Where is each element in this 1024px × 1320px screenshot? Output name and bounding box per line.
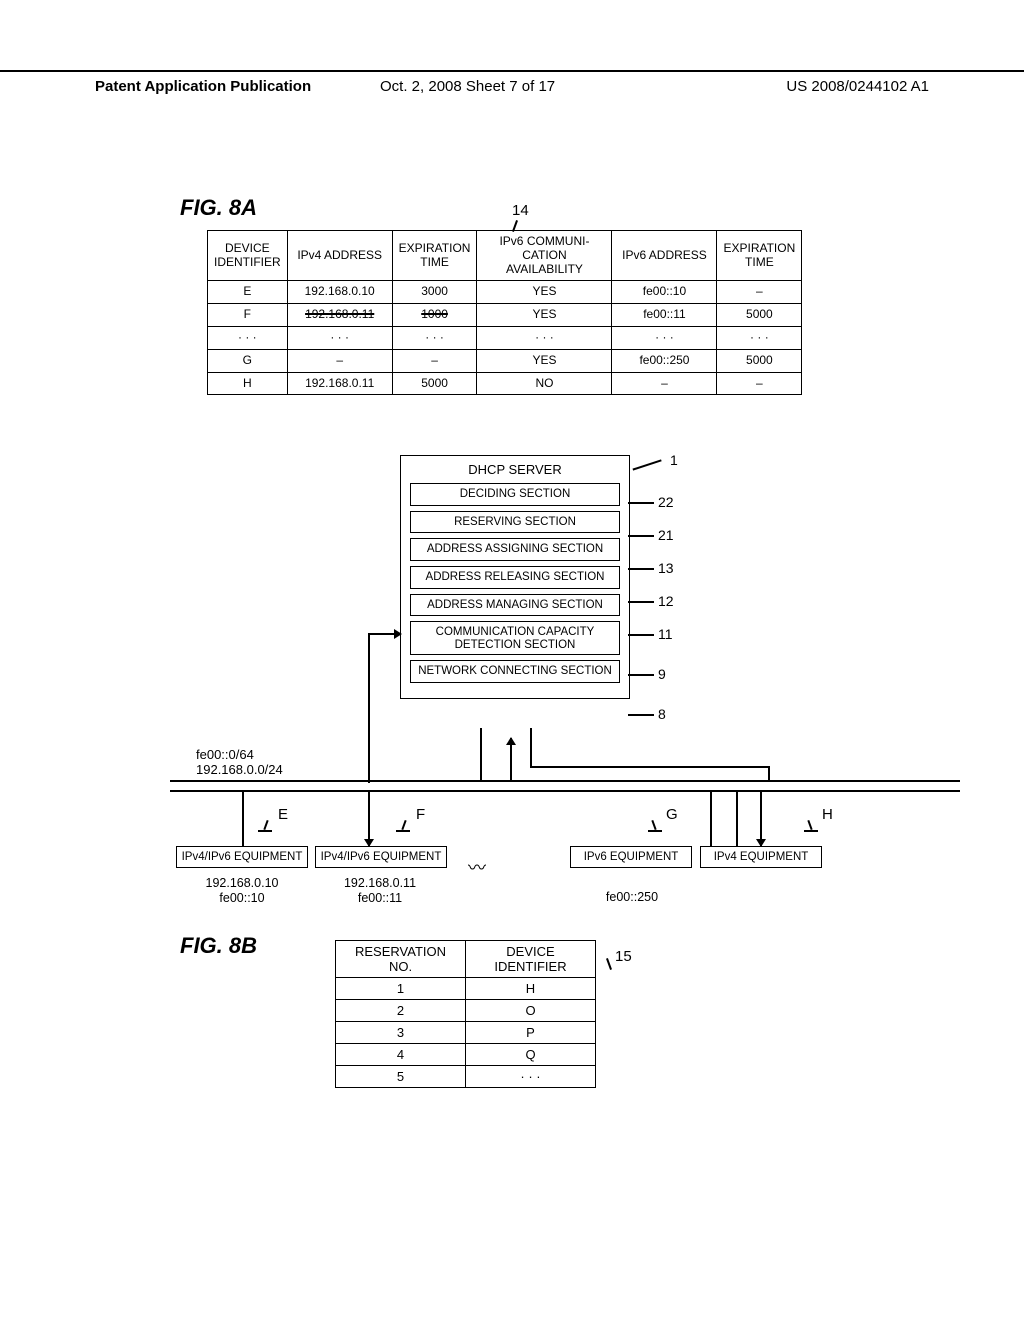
drop-f	[368, 790, 370, 846]
table-row: 3P	[336, 1022, 596, 1044]
leader-f-icon	[396, 820, 412, 834]
col-device-id: DEVICE IDENTIFIER	[208, 231, 288, 281]
network-bus	[170, 790, 960, 792]
server-to-net-3a	[530, 728, 532, 768]
drop-e	[242, 790, 244, 846]
col-device-id2: DEVICE IDENTIFIER	[466, 941, 596, 978]
equipment-e-box: IPv4/IPv6 EQUIPMENT	[176, 846, 308, 868]
ref-13: 13	[658, 560, 674, 576]
server-ref-1: 1	[670, 452, 678, 468]
arrow-to-managing-v	[368, 633, 370, 783]
figure-8b-label: FIG. 8B	[180, 933, 257, 959]
header-sheet: Oct. 2, 2008 Sheet 7 of 17	[380, 78, 555, 95]
ref-8: 8	[658, 706, 666, 722]
table-row: H 192.168.0.11 5000 NO – –	[208, 372, 802, 395]
table-row: E 192.168.0.10 3000 YES fe00::10 –	[208, 281, 802, 304]
col-ipv6: IPv6 ADDRESS	[612, 231, 717, 281]
table15-leader-icon	[602, 958, 616, 972]
network-prefixes: fe00::0/64 192.168.0.0/24	[196, 748, 283, 778]
col-reservation-no: RESERVATION NO.	[336, 941, 466, 978]
drop-h-1	[736, 790, 738, 846]
dhcp-server-block: DHCP SERVER DECIDING SECTION RESERVING S…	[400, 455, 630, 699]
network-connecting-section: NETWORK CONNECTING SECTION	[410, 660, 620, 683]
deciding-section: DECIDING SECTION	[410, 483, 620, 506]
equipment-g-letter: G	[666, 806, 678, 823]
address-releasing-section: ADDRESS RELEASING SECTION	[410, 566, 620, 589]
leader-e-icon	[258, 820, 274, 834]
network-bus-top	[170, 780, 960, 782]
col-ipv4: IPv4 ADDRESS	[287, 231, 392, 281]
figure-8a-label: FIG. 8A	[180, 195, 257, 221]
arrow-right-icon	[394, 629, 402, 639]
table14-refnum: 14	[512, 202, 529, 219]
equipment-f-box: IPv4/IPv6 EQUIPMENT	[315, 846, 447, 868]
col-ipv6-avail: IPv6 COMMUNI-CATION AVAILABILITY	[477, 231, 612, 281]
col-exp1: EXPIRATION TIME	[392, 231, 477, 281]
equipment-e-letter: E	[278, 806, 288, 823]
address-table: DEVICE IDENTIFIER IPv4 ADDRESS EXPIRATIO…	[207, 230, 802, 395]
drop-g	[710, 790, 712, 846]
reserving-section: RESERVING SECTION	[410, 511, 620, 534]
ref-9: 9	[658, 666, 666, 682]
equipment-f-letter: F	[416, 806, 425, 823]
address-managing-section: ADDRESS MANAGING SECTION	[410, 594, 620, 617]
col-exp2: EXPIRATION TIME	[717, 231, 802, 281]
server-to-net-1	[480, 728, 482, 782]
table-row: 5· · ·	[336, 1066, 596, 1088]
leader-g-icon	[646, 820, 662, 834]
table-row: 4Q	[336, 1044, 596, 1066]
ref-22: 22	[658, 494, 674, 510]
address-assigning-section: ADDRESS ASSIGNING SECTION	[410, 538, 620, 561]
equipment-h-box: IPv4 EQUIPMENT	[700, 846, 822, 868]
equipment-f-addr: 192.168.0.11fe00::11	[330, 876, 430, 906]
comm-capacity-section: COMMUNICATION CAPACITY DETECTION SECTION	[410, 621, 620, 655]
equipment-g-addr: fe00::250	[582, 890, 682, 905]
table-row: F 192.168.0.11 1000 YES fe00::11 5000	[208, 304, 802, 327]
table-row: G – – YES fe00::250 5000	[208, 349, 802, 372]
equipment-h-letter: H	[822, 806, 833, 823]
table-row: 2O	[336, 1000, 596, 1022]
table-row: 1H	[336, 978, 596, 1000]
drop-h-2	[760, 790, 762, 846]
equipment-e-addr: 192.168.0.10fe00::10	[192, 876, 292, 906]
page-header: Patent Application Publication Oct. 2, 2…	[0, 70, 1024, 95]
header-publication: Patent Application Publication	[95, 78, 311, 95]
equipment-g-box: IPv6 EQUIPMENT	[570, 846, 692, 868]
ref-12: 12	[658, 593, 674, 609]
table15-refnum: 15	[615, 948, 632, 965]
header-pubno: US 2008/0244102 A1	[786, 78, 929, 95]
leader-h-icon	[802, 820, 818, 834]
ref-21: 21	[658, 527, 674, 543]
server-to-net-3b	[530, 766, 770, 768]
table-row: · · · · · · · · · · · · · · · · · ·	[208, 326, 802, 349]
ref-11: 11	[658, 626, 673, 642]
server-title: DHCP SERVER	[405, 462, 625, 477]
squiggle-icon: 〰	[468, 854, 486, 880]
server-to-net-2	[510, 738, 512, 782]
reservation-table: RESERVATION NO. DEVICE IDENTIFIER 1H 2O …	[335, 940, 596, 1088]
